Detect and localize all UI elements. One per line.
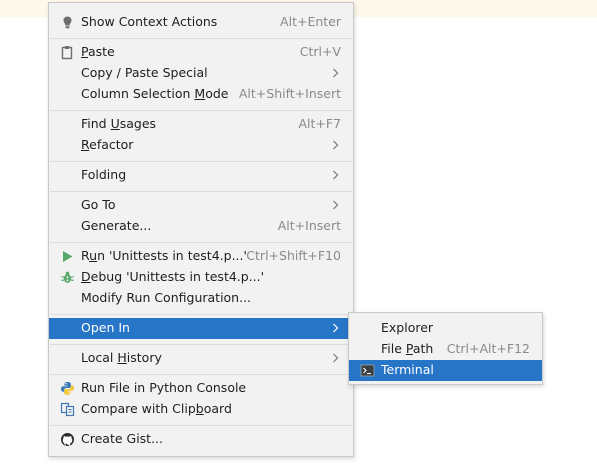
chevron-right-icon xyxy=(333,140,339,150)
menu-item-label: Local History xyxy=(81,350,162,365)
github-icon xyxy=(60,432,75,447)
shortcut-label: Alt+Shift+Insert xyxy=(238,86,341,101)
menu-separator xyxy=(50,110,352,111)
menu-item-label: Terminal xyxy=(381,362,434,377)
menu-item-run-file-in-python-console[interactable]: Run File in Python Console xyxy=(49,378,353,399)
menu-item-find-usages[interactable]: Find Usages Alt+F7 xyxy=(49,114,353,135)
chevron-right-icon xyxy=(333,200,339,210)
shortcut-label: Alt+Enter xyxy=(280,14,341,29)
menu-item-label: Generate... xyxy=(81,218,152,233)
menu-item-label: Open In xyxy=(81,320,130,335)
menu-item-folding[interactable]: Folding xyxy=(49,165,353,186)
menu-separator xyxy=(50,314,352,315)
menu-item-label: Go To xyxy=(81,197,116,212)
shortcut-label: Alt+F7 xyxy=(298,116,341,131)
compare-icon xyxy=(60,402,75,417)
menu-item-modify-run-configuration[interactable]: Modify Run Configuration... xyxy=(49,288,353,309)
menu-item-label: Run 'Unittests in test4.p...' xyxy=(81,248,247,263)
menu-item-create-gist[interactable]: Create Gist... xyxy=(49,429,353,450)
submenu-item-terminal[interactable]: Terminal xyxy=(349,360,542,381)
open-in-submenu: Explorer File Path Ctrl+Alt+F12 Terminal xyxy=(348,312,543,385)
terminal-icon xyxy=(360,363,375,378)
menu-item-run-unittests[interactable]: Run 'Unittests in test4.p...' Ctrl+Shift… xyxy=(49,246,353,267)
menu-item-label: Refactor xyxy=(81,137,134,152)
menu-item-label: Paste xyxy=(81,44,115,59)
menu-item-generate[interactable]: Generate... Alt+Insert xyxy=(49,216,353,237)
chevron-right-icon xyxy=(333,170,339,180)
menu-separator xyxy=(50,161,352,162)
menu-item-label: Find Usages xyxy=(81,116,157,131)
menu-item-label: Modify Run Configuration... xyxy=(81,290,252,305)
menu-separator xyxy=(50,38,352,39)
menu-separator xyxy=(50,191,352,192)
menu-item-label: Debug 'Unittests in test4.p...' xyxy=(81,269,265,284)
python-icon xyxy=(60,381,75,396)
run-icon xyxy=(60,249,75,264)
menu-item-local-history[interactable]: Local History xyxy=(49,348,353,369)
chevron-right-icon xyxy=(333,68,339,78)
menu-item-label: Folding xyxy=(81,167,127,182)
menu-item-open-in[interactable]: Open In xyxy=(49,318,353,339)
menu-separator xyxy=(50,425,352,426)
menu-item-paste[interactable]: Paste Ctrl+V xyxy=(49,42,353,63)
menu-item-label: File Path xyxy=(381,341,434,356)
menu-item-label: Compare with Clipboard xyxy=(81,401,232,416)
shortcut-label: Ctrl+Alt+F12 xyxy=(446,341,530,356)
menu-item-compare-with-clipboard[interactable]: Compare with Clipboard xyxy=(49,399,353,420)
menu-separator xyxy=(50,242,352,243)
shortcut-label: Ctrl+V xyxy=(299,44,341,59)
menu-item-label: Explorer xyxy=(381,320,434,335)
menu-item-refactor[interactable]: Refactor xyxy=(49,135,353,156)
menu-item-copy-paste-special[interactable]: Copy / Paste Special xyxy=(49,63,353,84)
menu-item-label: Create Gist... xyxy=(81,431,164,446)
menu-item-label: Show Context Actions xyxy=(81,14,218,29)
lightbulb-icon xyxy=(60,15,75,30)
menu-item-show-context-actions[interactable]: Show Context Actions Alt+Enter xyxy=(49,12,353,33)
chevron-right-icon xyxy=(333,353,339,363)
submenu-item-file-path[interactable]: File Path Ctrl+Alt+F12 xyxy=(349,339,542,360)
menu-item-debug-unittests[interactable]: Debug 'Unittests in test4.p...' xyxy=(49,267,353,288)
menu-item-label: Copy / Paste Special xyxy=(81,65,208,80)
menu-item-go-to[interactable]: Go To xyxy=(49,195,353,216)
menu-item-column-selection-mode[interactable]: Column Selection Mode Alt+Shift+Insert xyxy=(49,84,353,105)
editor-context-menu: Show Context Actions Alt+Enter Paste Ctr… xyxy=(48,2,354,457)
menu-separator xyxy=(50,344,352,345)
shortcut-label: Alt+Insert xyxy=(277,218,341,233)
shortcut-label: Ctrl+Shift+F10 xyxy=(246,248,341,263)
menu-separator xyxy=(50,374,352,375)
menu-item-label: Run File in Python Console xyxy=(81,380,247,395)
submenu-item-explorer[interactable]: Explorer xyxy=(349,318,542,339)
debug-bug-icon xyxy=(60,270,75,285)
menu-item-label: Column Selection Mode xyxy=(81,86,229,101)
chevron-right-icon xyxy=(333,323,339,333)
clipboard-icon xyxy=(60,45,75,60)
